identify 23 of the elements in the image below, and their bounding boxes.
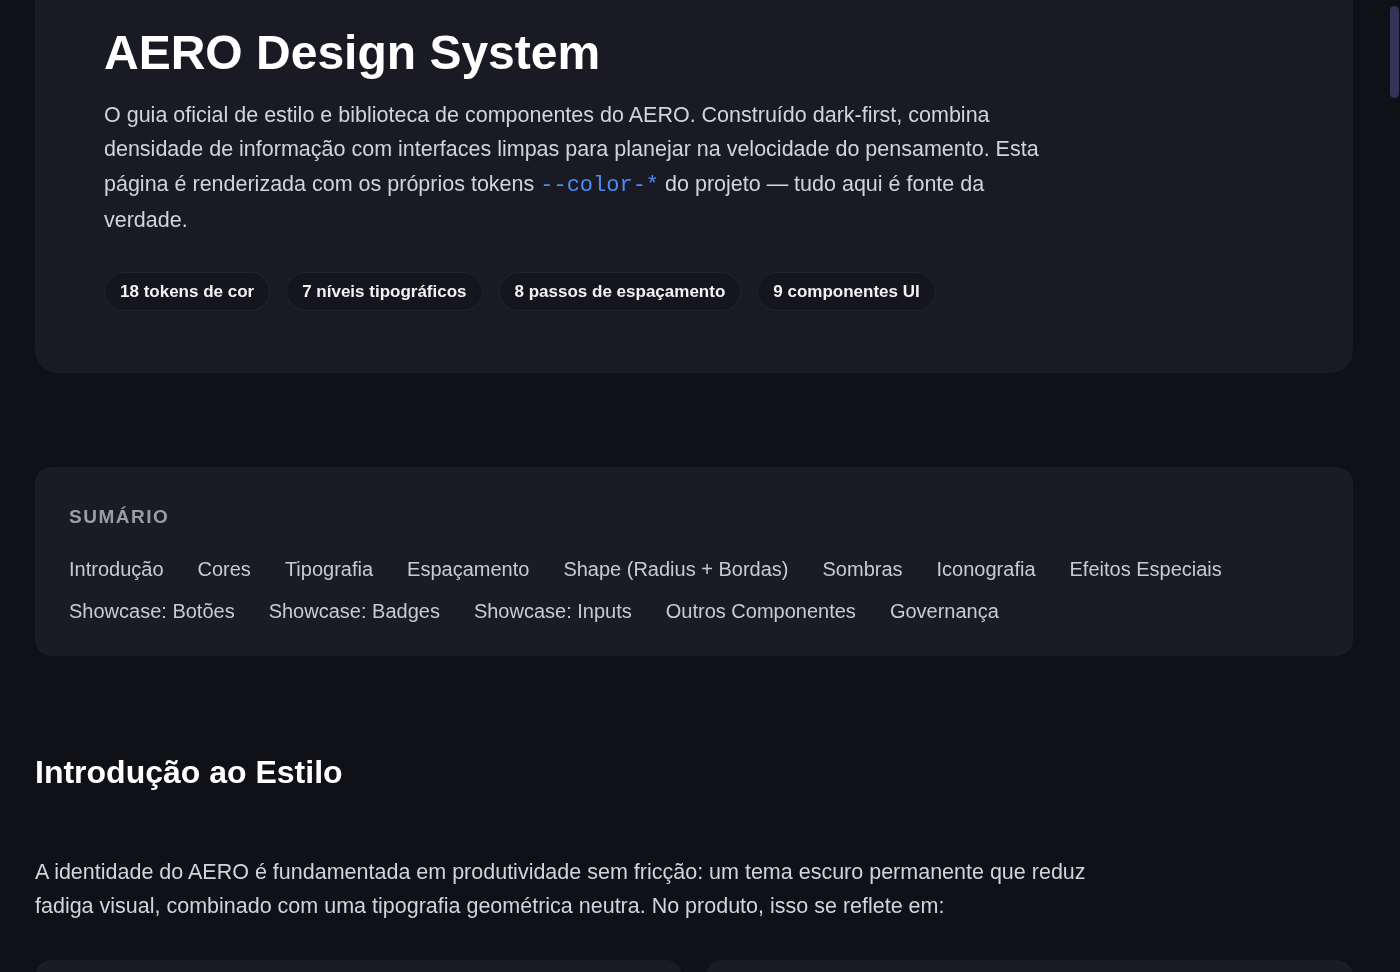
stat-pill: 18 tokens de cor [104,271,271,312]
page-title: AERO Design System [104,25,602,81]
summary-link[interactable]: Shape (Radius + Bordas) [563,553,789,584]
summary-heading: SUMÁRIO [69,505,171,530]
summary-link[interactable]: Iconografia [936,553,1036,584]
summary-link[interactable]: Showcase: Inputs [473,595,632,626]
stat-pill: 7 níveis tipográficos [286,271,483,312]
summary-link[interactable]: Cores [197,553,251,584]
summary-link[interactable]: Espaçamento [407,553,530,584]
summary-link[interactable]: Tipografia [284,553,374,584]
section-paragraph: A identidade do AERO é fundamentada em produtividade sem fricção: um tema escuro permanente que reduz fadiga visual, combinado com uma tipografia geométrica neutra. No produto, isso se reflete em: [35,859,1087,921]
summary-link[interactable]: Governança [889,595,999,626]
summary-link[interactable]: Sombras [822,553,903,584]
summary-link[interactable]: Introdução [69,553,164,584]
stat-pill: 9 componentes UI [757,271,936,312]
stat-pill: 8 passos de espaçamento [498,271,742,312]
summary-link[interactable]: Efeitos Especiais [1069,553,1222,584]
scrollbar-thumb[interactable] [1390,6,1399,98]
summary-link[interactable]: Showcase: Botões [69,595,235,626]
summary-link[interactable]: Showcase: Badges [268,595,440,626]
intro-paragraph: O guia oficial de estilo e biblioteca de componentes do AERO. Construído dark-first, combina densidade de informação com interfaces limpas para planejar na velocidade do pensamento. Esta página é renderizada com os próprios tokens --color-* do projeto — tudo aqui é fonte da verdade. [104,101,1040,235]
summary-link[interactable]: Outros Componentes [665,595,856,626]
section-title: Introdução ao Estilo [35,752,344,791]
